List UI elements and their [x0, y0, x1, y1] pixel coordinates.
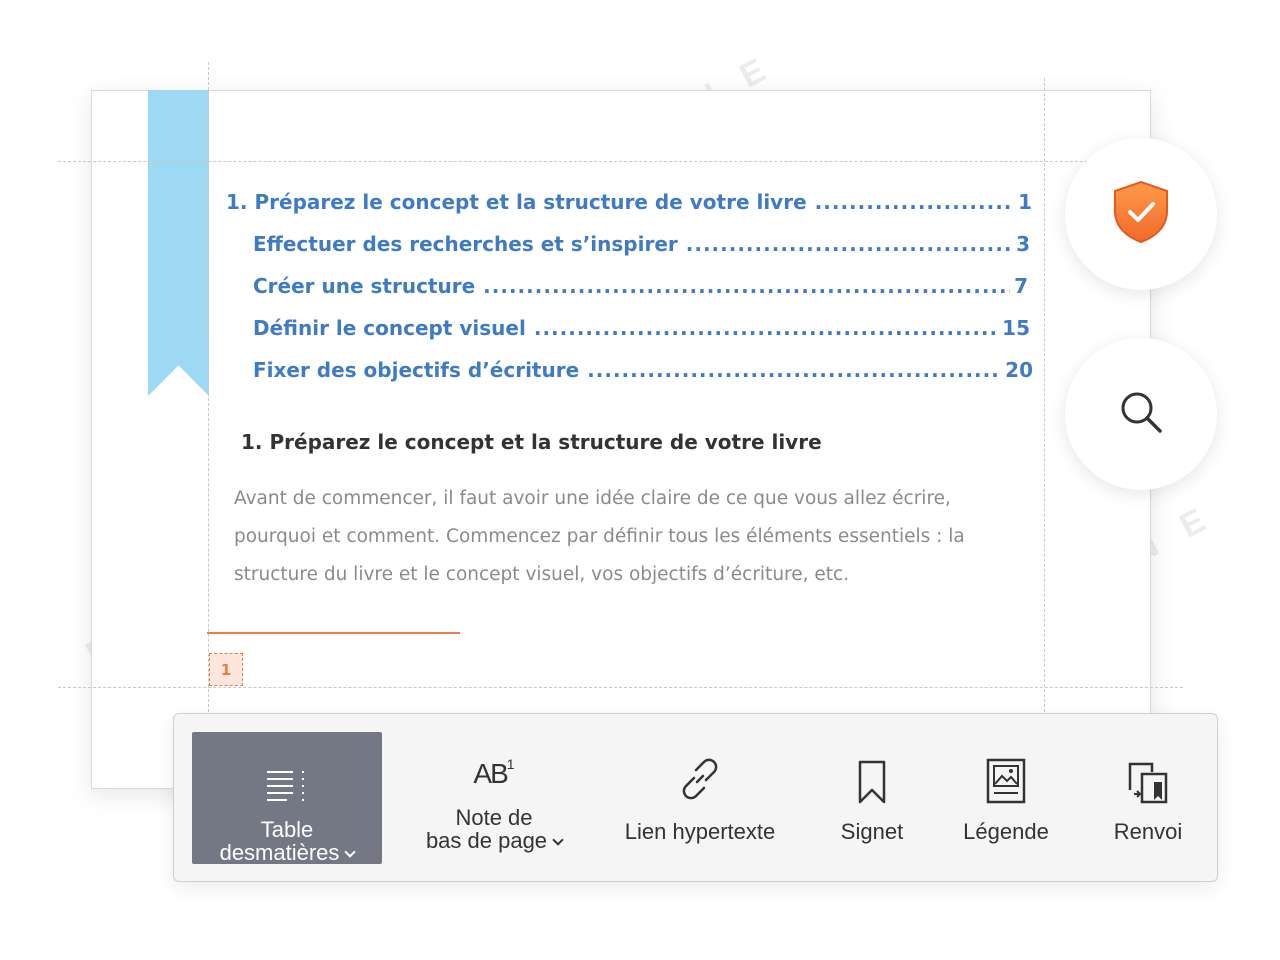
cross-reference-button[interactable]: Renvoi [1096, 732, 1200, 864]
toc-entry-page: 20 [1005, 358, 1033, 382]
footnote-number[interactable]: 1 [209, 653, 243, 686]
toc-entry-page: 1 [1018, 190, 1032, 214]
toc-entry[interactable]: Fixer des objectifs d’écriture .........… [253, 358, 1033, 382]
toc-leader: ........................................… [533, 316, 999, 340]
chevron-down-icon [344, 846, 357, 858]
cross-reference-icon [1126, 744, 1170, 804]
caption-label: Légende [963, 819, 1049, 844]
margin-guide-right [1044, 78, 1045, 712]
toc-leader: ........................................… [685, 232, 1013, 256]
bookmark-button[interactable]: Signet [826, 732, 918, 864]
toc-leader: ........................................… [814, 190, 1014, 214]
toc-entry-title: 1. Préparez le concept et la structure d… [226, 190, 807, 214]
toc-entry-title: Créer une structure [253, 274, 476, 298]
table-of-contents-label: Table desmatières [220, 818, 357, 864]
footnote-icon: AB 1 [473, 756, 515, 789]
chevron-down-icon [552, 834, 564, 846]
margin-guide-top [58, 161, 1183, 162]
bookmark-icon [857, 744, 887, 804]
link-icon [675, 744, 725, 804]
margin-guide-left [208, 62, 209, 712]
insert-toolbar: Table desmatières AB 1 Note de bas de pag… [173, 713, 1218, 882]
cross-reference-label: Renvoi [1113, 819, 1183, 844]
toc-entry-title: Fixer des objectifs d’écriture [253, 358, 580, 382]
toc-entry-page: 3 [1016, 232, 1030, 256]
paragraph-line: pourquoi et comment. Commencez par défin… [234, 526, 965, 547]
bookmark-label: Signet [840, 819, 904, 844]
footnote-separator [207, 632, 460, 634]
image-caption-icon [986, 744, 1026, 804]
section-paragraph: Avant de commencer, il faut avoir une id… [234, 480, 1054, 594]
caption-button[interactable]: Légende [950, 732, 1062, 864]
toc-leader: ........................................… [483, 274, 1010, 298]
toc-entry[interactable]: Créer une structure ....................… [253, 274, 1028, 298]
toc-entry[interactable]: Définir le concept visuel ..............… [253, 316, 1030, 340]
shield-check-icon [1110, 179, 1172, 250]
toc-leader: ........................................… [587, 358, 1001, 382]
toc-entry-page: 7 [1014, 274, 1028, 298]
protect-button[interactable] [1065, 138, 1217, 290]
margin-guide-bottom [58, 687, 1183, 688]
table-of-contents-button[interactable]: Table desmatières [192, 732, 382, 864]
section-heading: 1. Préparez le concept et la structure d… [241, 430, 822, 454]
paragraph-line: Avant de commencer, il faut avoir une id… [234, 488, 951, 509]
table-of-contents-icon [263, 744, 311, 804]
toc-entry-title: Définir le concept visuel [253, 316, 526, 340]
footnote-label: Note de bas de page [426, 806, 564, 852]
paragraph-line: structure du livre et le concept visuel,… [234, 564, 850, 585]
search-button[interactable] [1065, 338, 1217, 490]
toc-entry-title: Effectuer des recherches et s’inspirer [253, 232, 678, 256]
bookmark-ribbon [148, 90, 209, 396]
hyperlink-button[interactable]: Lien hypertexte [606, 732, 794, 864]
hyperlink-label: Lien hypertexte [624, 819, 776, 844]
footnote-button[interactable]: AB 1 Note de bas de page [414, 732, 574, 864]
toc-entry[interactable]: Effectuer des recherches et s’inspirer .… [253, 232, 1030, 256]
magnifier-icon [1118, 389, 1164, 440]
toc-entry-page: 15 [1002, 316, 1030, 340]
toc-entry[interactable]: 1. Préparez le concept et la structure d… [226, 190, 1032, 214]
